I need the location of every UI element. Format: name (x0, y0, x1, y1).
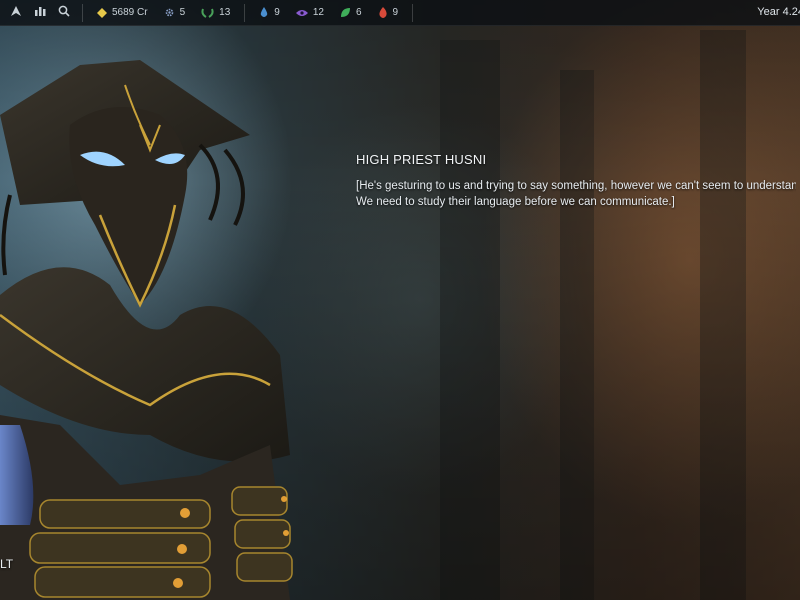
background-pillar (560, 70, 594, 600)
current-year: Year 4.24 (757, 6, 800, 18)
resource-research[interactable]: 5 (164, 7, 186, 18)
laurel-icon (201, 8, 214, 18)
resource-strategic-4[interactable]: 9 (378, 6, 399, 19)
diamond-icon (97, 7, 107, 18)
fleet-icon (10, 5, 22, 20)
bottom-left-label[interactable]: LT (0, 557, 13, 571)
resource-strategic-2-value: 12 (312, 7, 324, 18)
speaker-name: HIGH PRIEST HUSNI (356, 152, 487, 167)
empire-stats-icon (34, 5, 47, 20)
empire-stats-button[interactable] (28, 0, 52, 25)
background-pillar (700, 30, 746, 600)
character-portrait (0, 60, 293, 600)
resource-research-value: 5 (179, 7, 186, 18)
fleet-button[interactable] (4, 0, 28, 25)
search-button[interactable] (52, 0, 76, 25)
topbar-divider (412, 3, 414, 22)
search-icon (58, 5, 70, 20)
dialogue-panel: HIGH PRIEST HUSNI [He's gesturing to us … (356, 152, 796, 210)
leaf-icon (340, 7, 351, 18)
topbar-divider (82, 3, 83, 22)
resource-strategic-3-value: 6 (355, 7, 362, 18)
dialogue-line: [He's gesturing to us and trying to say … (356, 180, 796, 192)
topbar-divider (244, 3, 246, 22)
resource-credits[interactable]: 5689 Cr (97, 7, 148, 18)
resource-strategic-1[interactable]: 9 (259, 7, 280, 18)
flame-icon (378, 6, 388, 19)
resource-strategic-3[interactable]: 6 (340, 7, 362, 18)
resource-credits-value: 5689 Cr (112, 7, 148, 18)
resource-influence-value: 13 (219, 7, 231, 18)
drop-icon (259, 7, 269, 18)
top-resource-bar: 5689 Cr 5 13 9 12 6 9 Year 4.24 (0, 0, 800, 26)
topbar-quick-buttons (0, 0, 76, 25)
background-pillar (440, 40, 500, 600)
dialogue-line: We need to study their language before w… (356, 196, 675, 208)
resource-strategic-4-value: 9 (392, 7, 399, 18)
resource-influence[interactable]: 13 (201, 7, 230, 18)
resource-strategic-2[interactable]: 12 (295, 7, 324, 18)
eye-icon (295, 9, 308, 17)
resource-strategic-1-value: 9 (274, 7, 280, 18)
gear-icon (164, 7, 175, 18)
